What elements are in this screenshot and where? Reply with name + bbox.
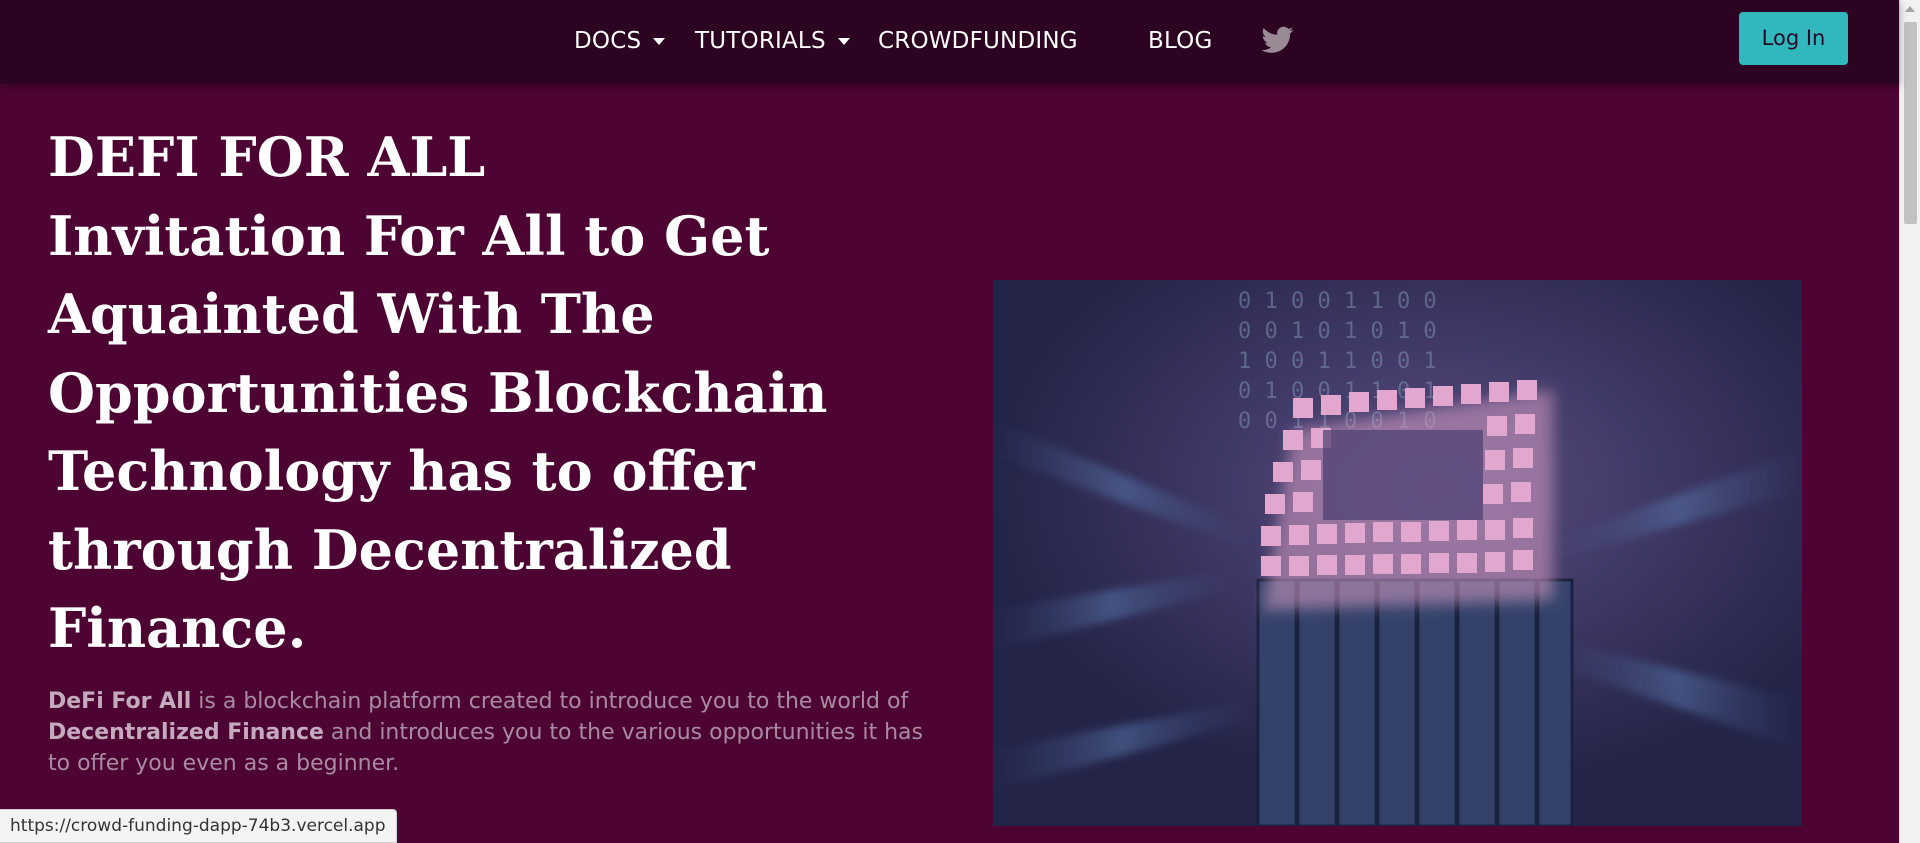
hero-subtitle-line: Aquainted With The (48, 282, 655, 346)
hero-heading: DEFI FOR ALL Invitation For All to Get A… (48, 118, 918, 668)
chevron-down-icon (837, 37, 850, 45)
link-status-bar: https://crowd-funding-dapp-74b3.vercel.a… (0, 809, 397, 843)
svg-text:0 1 0 0 1 1 0 0: 0 1 0 0 1 1 0 0 (1238, 289, 1437, 314)
brand-name: DeFi For All (48, 689, 192, 714)
vertical-scrollbar[interactable] (1899, 0, 1920, 843)
hero-subtitle-line: through Decentralized (48, 517, 732, 582)
hero-subtitle-line: Opportunities Blockchain (48, 360, 828, 425)
nav-docs-label: DOCS (574, 28, 642, 54)
twitter-icon[interactable] (1261, 26, 1294, 54)
nav-blog[interactable]: BLOG (1148, 26, 1213, 56)
scroll-up-arrow-icon[interactable] (1905, 6, 1915, 12)
nav-tutorials[interactable]: TUTORIALS (695, 26, 850, 56)
hero-subtitle-line: Finance. (48, 596, 307, 660)
svg-text:0 0 1 0 1 0 1 0: 0 0 1 0 1 0 1 0 (1238, 319, 1437, 344)
blockchain-cube-illustration: 0 1 0 0 1 1 0 0 0 0 1 0 1 0 1 0 1 0 0 1 … (993, 280, 1802, 826)
hero-title: DEFI FOR ALL (48, 125, 486, 189)
chevron-down-icon (653, 37, 666, 45)
hero-subtitle-line: Technology has to offer (48, 439, 755, 503)
nav-tutorials-label: TUTORIALS (695, 28, 826, 54)
nav-crowdfunding-label: CROWDFUNDING (878, 28, 1078, 54)
nav-blog-label: BLOG (1148, 28, 1213, 54)
scrollbar-thumb[interactable] (1904, 22, 1917, 224)
login-button[interactable]: Log In (1739, 12, 1848, 65)
nav-docs[interactable]: DOCS (574, 26, 666, 56)
hero-subtitle-line: Invitation For All to Get (48, 203, 770, 268)
top-navbar: DOCS TUTORIALS CROWDFUNDING BLOG Log In (0, 0, 1899, 84)
hero-description: DeFi For All is a blockchain platform cr… (48, 686, 948, 779)
description-text: is a blockchain platform created to intr… (191, 689, 909, 714)
svg-text:1 0 0 1 1 0 0 1: 1 0 0 1 1 0 0 1 (1238, 349, 1437, 374)
description-highlight: Decentralized Finance (48, 720, 324, 745)
nav-crowdfunding[interactable]: CROWDFUNDING (878, 26, 1078, 56)
